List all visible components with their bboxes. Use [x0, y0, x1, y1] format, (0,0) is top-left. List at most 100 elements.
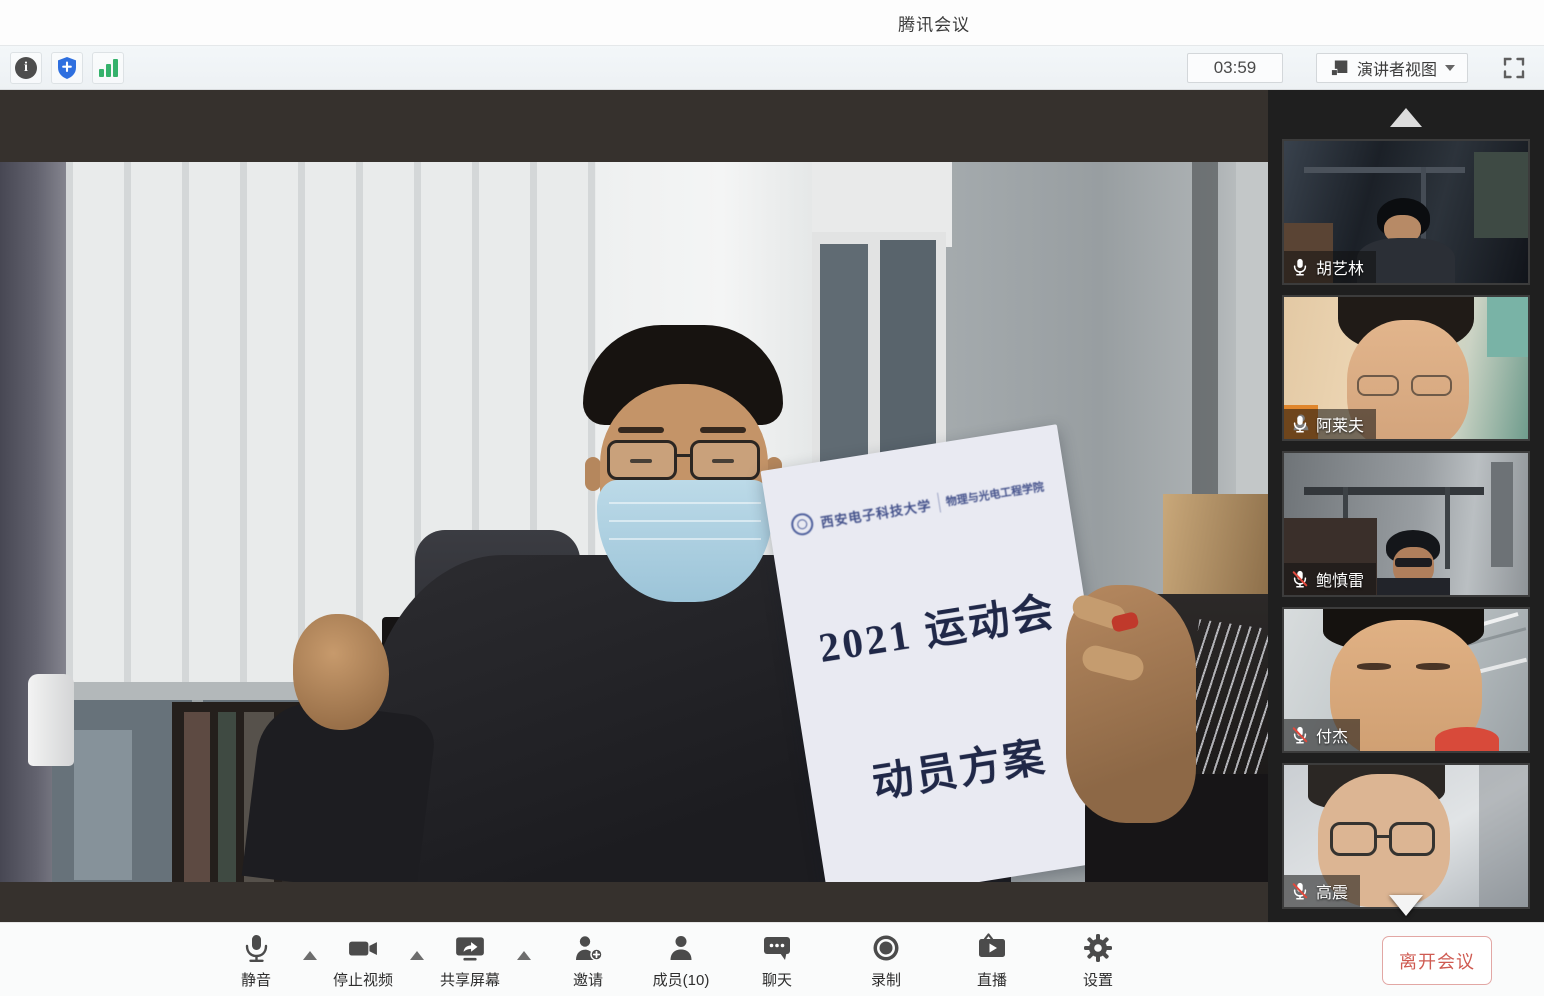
art-eyebrow — [618, 427, 664, 433]
settings-label: 设置 — [1083, 969, 1113, 990]
stop-video-label: 停止视频 — [333, 969, 393, 990]
art-bed-post — [1445, 487, 1450, 569]
participant-label-text: 阿莱夫 — [1284, 409, 1376, 439]
letterhead-divider — [936, 493, 940, 513]
art-wall-shadow — [1192, 162, 1218, 500]
live-button[interactable]: 直播 — [937, 930, 1047, 990]
gear-icon — [1083, 933, 1113, 963]
art-shadow — [1479, 765, 1528, 907]
art-building — [74, 730, 132, 880]
mic-muted-icon — [1291, 726, 1309, 744]
participant-name: 胡艺林 — [1316, 255, 1364, 279]
art-glasses-lens — [1411, 375, 1452, 396]
record-icon — [870, 932, 902, 964]
participants-sidebar: 胡艺林 — [1268, 90, 1544, 922]
art-glasses-lens — [1357, 375, 1398, 396]
art-eyebrow — [700, 427, 746, 433]
mic-on-icon — [1291, 258, 1309, 276]
participant-label: 高震 — [1284, 875, 1360, 907]
art-glasses-lens — [1389, 822, 1435, 856]
mute-button[interactable]: 静音 — [201, 930, 311, 990]
share-screen-button[interactable]: 共享屏幕 — [415, 930, 525, 990]
scroll-down-arrow-icon[interactable] — [1389, 895, 1423, 916]
art-bed-post — [1491, 462, 1513, 567]
art-glasses-bridge — [674, 454, 692, 457]
participant-tile[interactable]: 付杰 — [1282, 607, 1530, 753]
security-button[interactable] — [51, 52, 83, 84]
chat-label: 聊天 — [762, 969, 792, 990]
members-label: 成员(10) — [653, 969, 710, 990]
university-logo-icon — [790, 512, 815, 537]
document-letterhead: 西安电子科技大学 物理与光电工程学院 — [768, 472, 1068, 541]
art-wall-edge — [1236, 162, 1268, 504]
art-book-spine — [184, 712, 210, 882]
share-screen-label: 共享屏幕 — [440, 969, 500, 990]
share-screen-icon — [454, 933, 486, 963]
art-bed-frame — [1304, 167, 1465, 173]
art-shelf — [1474, 152, 1528, 237]
participant-tile[interactable]: 高震 — [1282, 763, 1530, 909]
meeting-window: 腾讯会议 i 03:59 演讲者视图 — [0, 0, 1544, 996]
main-stage: 西安电子科技大学 物理与光电工程学院 2021 运动会 动员方案 — [0, 90, 1268, 922]
art-glasses — [1395, 558, 1432, 567]
participant-name: 阿莱夫 — [1316, 412, 1364, 436]
meeting-timer: 03:59 — [1187, 53, 1283, 83]
layout-icon — [1329, 58, 1349, 78]
members-button[interactable]: 成员(10) — [626, 930, 736, 990]
view-mode-button[interactable]: 演讲者视图 — [1316, 53, 1468, 83]
participant-label: 付杰 — [1284, 719, 1360, 751]
participant-label: 胡艺林 — [1284, 251, 1376, 283]
art-participant-body — [1377, 578, 1450, 595]
art-glasses-lens — [607, 440, 677, 480]
meeting-info-button[interactable]: i — [10, 52, 42, 84]
chevron-down-icon — [1445, 65, 1455, 71]
letterhead-university: 西安电子科技大学 — [819, 494, 933, 530]
art-window — [1487, 297, 1528, 357]
participant-label: 阿莱夫 — [1284, 409, 1376, 439]
participant-tile[interactable]: 胡艺林 — [1282, 139, 1530, 285]
chat-button[interactable]: 聊天 — [722, 930, 832, 990]
art-thermos — [28, 674, 74, 766]
security-shield-icon — [56, 56, 78, 80]
art-glasses-lens — [1330, 822, 1376, 856]
top-toolbar: i 03:59 演讲者视图 — [0, 45, 1544, 90]
bottom-control-bar: 静音 停止视频 共享屏幕 — [0, 922, 1544, 996]
members-icon — [666, 933, 696, 963]
record-label: 录制 — [871, 969, 901, 990]
mic-on-icon — [1291, 415, 1309, 433]
settings-button[interactable]: 设置 — [1043, 930, 1153, 990]
art-glasses-lens — [690, 440, 760, 480]
stop-video-button[interactable]: 停止视频 — [308, 930, 418, 990]
art-raised-fist — [293, 614, 389, 730]
participant-tile[interactable]: 阿莱夫 — [1282, 295, 1530, 441]
participant-name: 鲍慎雷 — [1316, 567, 1364, 591]
fullscreen-button[interactable] — [1498, 52, 1530, 84]
title-bar: 腾讯会议 — [0, 0, 1544, 45]
share-options-arrow[interactable] — [517, 951, 531, 960]
art-glasses-bridge — [1377, 835, 1389, 838]
record-button[interactable]: 录制 — [831, 930, 941, 990]
art-presenter-ear — [585, 457, 601, 491]
mic-muted-icon — [1291, 882, 1309, 900]
art-eyebrow — [1357, 663, 1391, 670]
info-icon: i — [15, 57, 37, 79]
art-wood-shelf — [1163, 494, 1268, 600]
main-video: 西安电子科技大学 物理与光电工程学院 2021 运动会 动员方案 — [0, 162, 1268, 882]
fullscreen-icon — [1502, 56, 1526, 80]
art-red-object — [1435, 727, 1498, 753]
scroll-up-arrow-icon[interactable] — [1390, 108, 1422, 127]
leave-meeting-button[interactable]: 离开会议 — [1382, 936, 1492, 985]
camera-icon — [348, 933, 378, 963]
network-status-button[interactable] — [92, 52, 124, 84]
live-label: 直播 — [977, 969, 1007, 990]
window-title: 腾讯会议 — [898, 10, 970, 35]
mic-muted-icon — [1291, 570, 1309, 588]
network-signal-icon — [99, 59, 118, 77]
view-mode-label: 演讲者视图 — [1357, 56, 1437, 80]
art-bunk-bed — [1304, 487, 1485, 495]
participant-label: 鲍慎雷 — [1284, 563, 1376, 595]
invite-person-icon — [573, 933, 603, 963]
participant-name: 付杰 — [1316, 723, 1348, 747]
participant-tile[interactable]: 鲍慎雷 — [1282, 451, 1530, 597]
letterhead-department: 物理与光电工程学院 — [945, 478, 1045, 509]
